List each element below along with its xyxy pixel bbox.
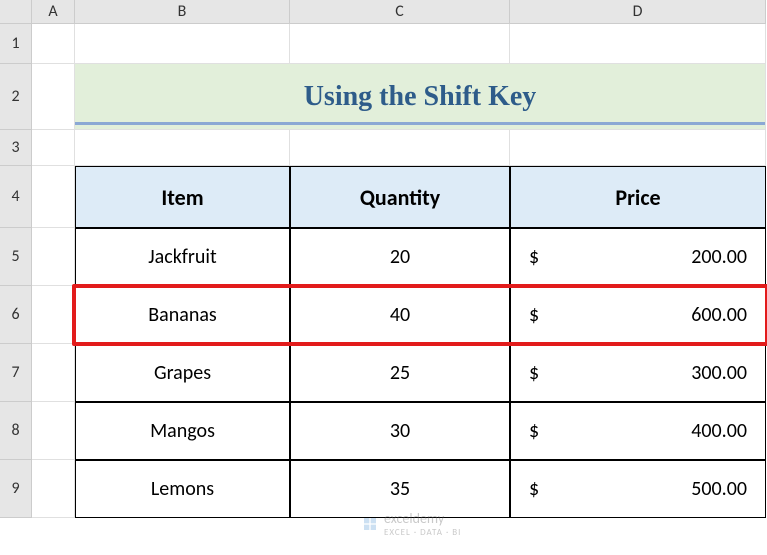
cell-C8[interactable]: 30 bbox=[290, 402, 510, 460]
cell-B8[interactable]: Mangos bbox=[75, 402, 290, 460]
row-header-7[interactable]: 7 bbox=[0, 344, 32, 402]
row-header-4[interactable]: 4 bbox=[0, 166, 32, 228]
cell-C7[interactable]: 25 bbox=[290, 344, 510, 402]
header-price[interactable]: Price bbox=[510, 166, 766, 228]
header-item[interactable]: Item bbox=[75, 166, 290, 228]
column-header-D[interactable]: D bbox=[510, 0, 766, 24]
cell-D7[interactable]: $300.00 bbox=[510, 344, 766, 402]
cell-B7[interactable]: Grapes bbox=[75, 344, 290, 402]
cell-C3[interactable] bbox=[290, 130, 510, 166]
cell-A6[interactable] bbox=[32, 286, 75, 344]
cell-D5[interactable]: $200.00 bbox=[510, 228, 766, 286]
watermark-sub: EXCEL · DATA · BI bbox=[384, 527, 461, 538]
price-value: 200.00 bbox=[691, 245, 747, 269]
select-all-corner[interactable] bbox=[0, 0, 32, 24]
column-headers: A B C D bbox=[0, 0, 767, 24]
currency-symbol: $ bbox=[529, 245, 539, 269]
cell-D9[interactable]: $500.00 bbox=[510, 460, 766, 518]
cell-D8[interactable]: $400.00 bbox=[510, 402, 766, 460]
row-header-9[interactable]: 9 bbox=[0, 460, 32, 518]
title-text: Using the Shift Key bbox=[304, 81, 537, 113]
cell-B9[interactable]: Lemons bbox=[75, 460, 290, 518]
cell-A8[interactable] bbox=[32, 402, 75, 460]
row-header-3[interactable]: 3 bbox=[0, 130, 32, 166]
cell-D6[interactable]: $600.00 bbox=[510, 286, 766, 344]
cell-A2[interactable] bbox=[32, 64, 75, 130]
cell-B5[interactable]: Jackfruit bbox=[75, 228, 290, 286]
cell-A7[interactable] bbox=[32, 344, 75, 402]
grid-area: Using the Shift Key Item Quantity Price bbox=[32, 24, 767, 518]
price-value: 500.00 bbox=[691, 477, 747, 501]
cell-B1[interactable] bbox=[75, 24, 290, 64]
column-header-C[interactable]: C bbox=[290, 0, 510, 24]
currency-symbol: $ bbox=[529, 477, 539, 501]
cell-A1[interactable] bbox=[32, 24, 75, 64]
header-quantity[interactable]: Quantity bbox=[290, 166, 510, 228]
price-value: 600.00 bbox=[691, 303, 747, 327]
row-header-8[interactable]: 8 bbox=[0, 402, 32, 460]
cell-C1[interactable] bbox=[290, 24, 510, 64]
title-cell[interactable]: Using the Shift Key bbox=[75, 64, 766, 130]
column-header-A[interactable]: A bbox=[32, 0, 75, 24]
currency-symbol: $ bbox=[529, 419, 539, 443]
cell-A3[interactable] bbox=[32, 130, 75, 166]
row-headers: 1 2 3 4 5 6 7 8 9 bbox=[0, 24, 32, 518]
column-header-B[interactable]: B bbox=[75, 0, 290, 24]
cell-A9[interactable] bbox=[32, 460, 75, 518]
title-underline bbox=[75, 122, 765, 125]
cell-A4[interactable] bbox=[32, 166, 75, 228]
price-value: 300.00 bbox=[691, 361, 747, 385]
currency-symbol: $ bbox=[529, 361, 539, 385]
row-header-1[interactable]: 1 bbox=[0, 24, 32, 64]
cell-B6[interactable]: Bananas bbox=[75, 286, 290, 344]
spreadsheet: A B C D 1 2 3 4 5 6 7 8 9 bbox=[0, 0, 767, 555]
row-header-6[interactable]: 6 bbox=[0, 286, 32, 344]
cell-C6[interactable]: 40 bbox=[290, 286, 510, 344]
row-header-5[interactable]: 5 bbox=[0, 228, 32, 286]
cell-D1[interactable] bbox=[510, 24, 766, 64]
cell-A5[interactable] bbox=[32, 228, 75, 286]
logo-icon bbox=[362, 516, 378, 532]
cell-C5[interactable]: 20 bbox=[290, 228, 510, 286]
cell-B3[interactable] bbox=[75, 130, 290, 166]
price-value: 400.00 bbox=[691, 419, 747, 443]
cell-C9[interactable]: 35 bbox=[290, 460, 510, 518]
row-header-2[interactable]: 2 bbox=[0, 64, 32, 130]
cell-D3[interactable] bbox=[510, 130, 766, 166]
currency-symbol: $ bbox=[529, 303, 539, 327]
